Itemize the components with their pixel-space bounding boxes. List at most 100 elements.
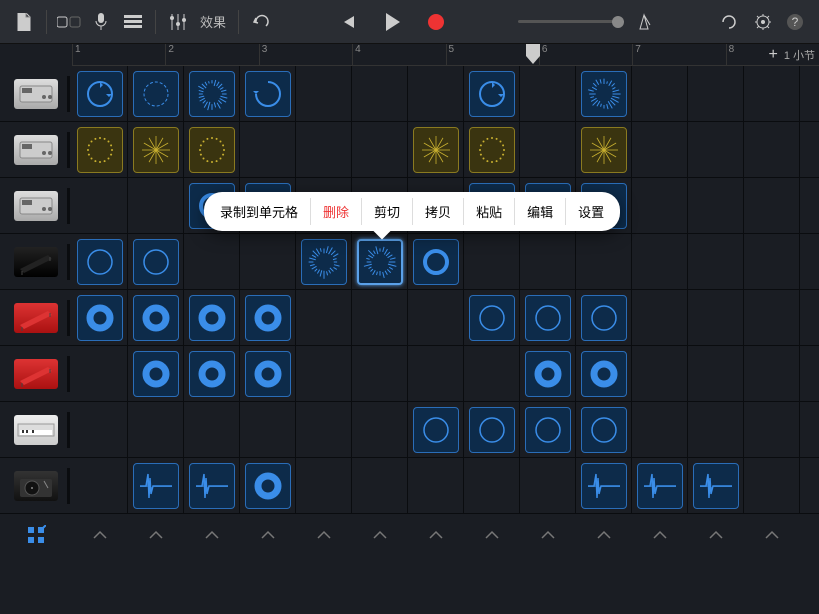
loop-cell[interactable] [525,295,571,341]
mixer-icon[interactable] [164,8,192,36]
grid-cell[interactable] [296,402,352,458]
grid-cell[interactable] [464,66,520,122]
grid-cell[interactable] [72,122,128,178]
grid-cell[interactable] [520,290,576,346]
grid-cell[interactable] [408,234,464,290]
grid-cell[interactable] [576,458,632,514]
loop-cell[interactable] [133,71,179,117]
grid-cell[interactable] [688,66,744,122]
grid-cell[interactable] [128,66,184,122]
grid-cell[interactable] [240,402,296,458]
grid-cell[interactable] [240,66,296,122]
column-trigger[interactable] [520,514,576,556]
grid-cell[interactable] [184,458,240,514]
grid-cell[interactable] [632,122,688,178]
grid-cell[interactable] [352,346,408,402]
grid-cell[interactable] [296,458,352,514]
loop-cell[interactable] [245,71,291,117]
loop-cell[interactable] [581,295,627,341]
grid-cell[interactable] [352,234,408,290]
grid-cell[interactable] [632,402,688,458]
track-header[interactable] [0,290,72,346]
grid-cell[interactable] [352,66,408,122]
column-trigger[interactable] [632,514,688,556]
grid-cell[interactable] [688,234,744,290]
grid-cell[interactable] [128,458,184,514]
context-menu-item[interactable]: 编辑 [515,198,566,225]
fx-button[interactable]: 效果 [196,12,230,31]
loop-cell[interactable] [189,463,235,509]
grid-cell[interactable] [744,122,800,178]
context-menu-item[interactable]: 删除 [311,198,362,225]
loop-cell[interactable] [133,295,179,341]
grid-cell[interactable] [744,178,800,234]
playhead-icon[interactable] [526,44,540,66]
grid-cell[interactable] [464,122,520,178]
loop-cell[interactable] [245,295,291,341]
grid-cell[interactable] [408,402,464,458]
track-header[interactable] [0,234,72,290]
grid-cell[interactable] [128,122,184,178]
loop-cell[interactable] [637,463,683,509]
loop-cell[interactable] [413,239,459,285]
grid-cell[interactable] [744,234,800,290]
loop-cell[interactable] [245,351,291,397]
tracks-icon[interactable] [119,8,147,36]
track-header[interactable] [0,346,72,402]
loop-cell[interactable] [469,127,515,173]
settings-icon[interactable] [749,8,777,36]
grid-cell[interactable] [408,66,464,122]
grid-cell[interactable] [296,66,352,122]
context-menu-item[interactable]: 剪切 [362,198,413,225]
grid-cell[interactable] [296,346,352,402]
grid-cell[interactable] [576,66,632,122]
timeline-ruler[interactable]: 12345678+1 小节 [72,44,819,66]
context-menu-item[interactable]: 拷贝 [413,198,464,225]
grid-cell[interactable] [744,402,800,458]
grid-cell[interactable] [184,290,240,346]
grid-cell[interactable] [128,234,184,290]
record-icon[interactable] [422,8,450,36]
grid-cell[interactable] [632,178,688,234]
grid-cell[interactable] [688,402,744,458]
grid-cell[interactable] [184,346,240,402]
column-trigger[interactable] [184,514,240,556]
loop-cell[interactable] [581,127,627,173]
grid-cell[interactable] [520,66,576,122]
grid-cell[interactable] [408,346,464,402]
grid-cell[interactable] [576,122,632,178]
loop-cell[interactable] [133,463,179,509]
track-header[interactable] [0,66,72,122]
grid-cell[interactable] [744,290,800,346]
column-trigger[interactable] [296,514,352,556]
loop-cell[interactable] [413,407,459,453]
loop-cell[interactable] [693,463,739,509]
grid-cell[interactable] [408,290,464,346]
grid-cell[interactable] [576,290,632,346]
loop-cell[interactable] [77,239,123,285]
grid-cell[interactable] [128,290,184,346]
grid-cell[interactable] [576,346,632,402]
grid-cell[interactable] [688,458,744,514]
loop-cell[interactable] [469,407,515,453]
file-icon[interactable] [10,8,38,36]
loop-cell[interactable] [245,463,291,509]
grid-cell[interactable] [744,458,800,514]
loop-cell[interactable] [133,127,179,173]
loop-cell[interactable] [77,295,123,341]
column-trigger[interactable] [128,514,184,556]
loop-cell[interactable] [301,239,347,285]
grid-cell[interactable] [72,178,128,234]
grid-cell[interactable] [296,122,352,178]
grid-cell[interactable] [352,290,408,346]
loop-cell[interactable] [469,71,515,117]
loop-cell[interactable] [581,407,627,453]
grid-cell[interactable] [632,290,688,346]
grid-cell[interactable] [184,66,240,122]
grid-cell[interactable] [520,402,576,458]
rewind-icon[interactable] [334,8,362,36]
grid-cell[interactable] [464,234,520,290]
loop-cell[interactable] [77,127,123,173]
grid-cell[interactable] [688,346,744,402]
volume-slider[interactable] [518,20,618,23]
